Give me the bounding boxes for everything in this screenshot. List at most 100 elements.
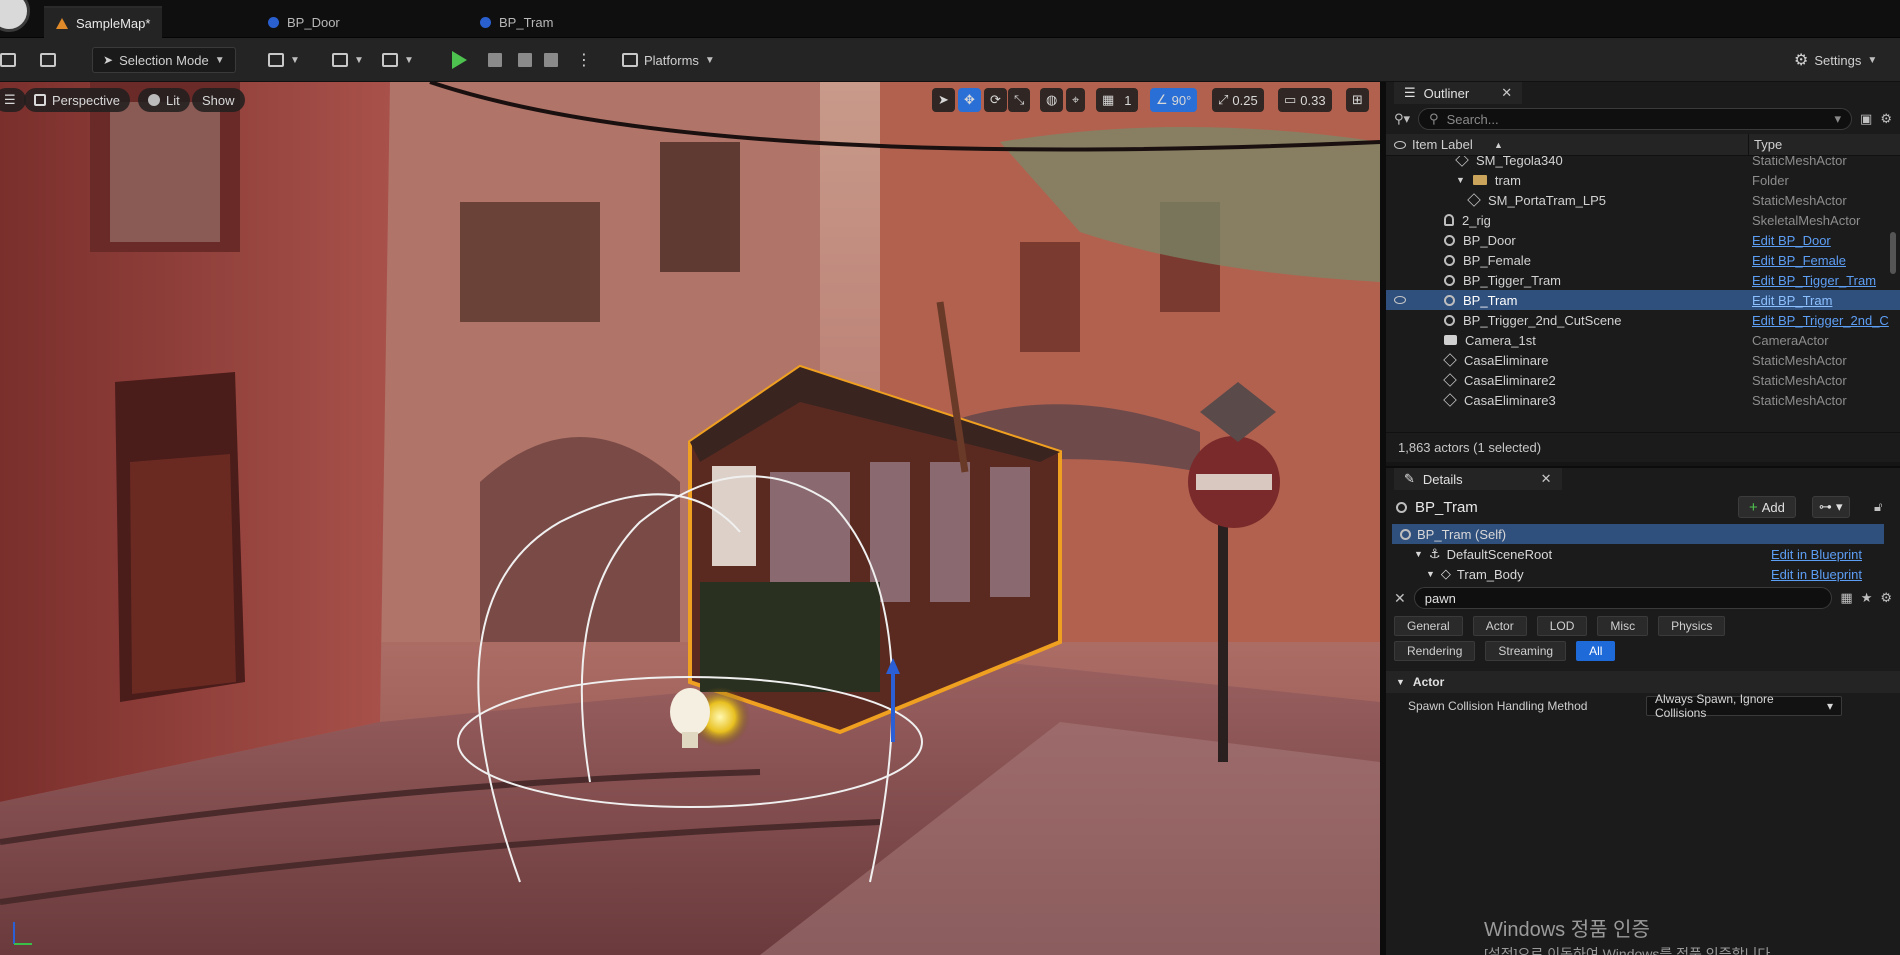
play-button[interactable] — [452, 47, 467, 73]
filter-misc[interactable]: Misc — [1597, 616, 1649, 636]
outliner-scrollbar[interactable] — [1890, 232, 1896, 274]
outliner-row[interactable]: BP_Tigger_Tram Edit BP_Tigger_Tram — [1386, 270, 1900, 290]
edit-in-blueprint-link[interactable]: Edit in Blueprint — [1771, 547, 1862, 562]
filter-general[interactable]: General — [1394, 616, 1463, 636]
gear-icon[interactable]: ⚙ — [1880, 590, 1892, 606]
outliner-tab[interactable]: ☰ Outliner ✕ — [1394, 82, 1523, 104]
unreal-logo-icon[interactable] — [0, 0, 30, 32]
outliner-row[interactable]: ▼ tram Folder — [1386, 170, 1900, 190]
coordinate-space-button[interactable]: ◍ — [1040, 88, 1064, 112]
outliner-row[interactable]: SM_Tegola340 StaticMeshActor — [1386, 156, 1900, 170]
platforms-dropdown[interactable]: Platforms ▼ — [622, 47, 715, 73]
surface-snap-icon: ⌖ — [1072, 92, 1080, 107]
stop-button[interactable] — [518, 47, 532, 73]
filter-streaming[interactable]: Streaming — [1485, 641, 1567, 661]
outliner-row[interactable]: Camera_1st CameraActor — [1386, 330, 1900, 350]
skip-frame-button[interactable] — [488, 47, 502, 73]
lock-icon[interactable]: 🔓︎ — [1874, 499, 1882, 515]
show-dropdown[interactable]: Show — [192, 88, 245, 112]
translate-tool-button[interactable]: ✥ — [958, 88, 981, 112]
tab-bp-tram[interactable]: BP_Tram — [468, 6, 565, 38]
outliner-tree: SM_Tegola340 StaticMeshActor ▼ tram Folder SM… — [1386, 156, 1900, 410]
chevron-down-icon[interactable]: ▼ — [1456, 175, 1465, 185]
add-actor-button[interactable]: ▼ — [268, 47, 300, 73]
blueprints-button[interactable]: ▼ — [332, 47, 364, 73]
column-item-label[interactable]: Item Label — [1412, 137, 1473, 152]
outliner-row[interactable]: CasaEliminare3 StaticMeshActor — [1386, 390, 1900, 410]
view-mode-dropdown[interactable]: Lit — [138, 88, 190, 112]
component-default-scene-root[interactable]: ▼ ⚓︎ DefaultSceneRoot Edit in Blueprint — [1392, 544, 1884, 564]
outliner-row[interactable]: BP_Female Edit BP_Female — [1386, 250, 1900, 270]
pawn-icon — [1400, 528, 1411, 540]
component-tram-body[interactable]: ▼ ◇ Tram_Body Edit in Blueprint — [1392, 564, 1884, 584]
star-icon[interactable]: ★ — [1861, 590, 1873, 606]
outliner-footer: 1,863 actors (1 selected) — [1386, 432, 1900, 462]
add-component-button[interactable]: + Add — [1738, 496, 1796, 518]
perspective-dropdown[interactable]: Perspective — [24, 88, 130, 112]
settings-dropdown[interactable]: ⚙ Settings ▼ — [1794, 47, 1877, 73]
outliner-row[interactable]: BP_Door Edit BP_Door — [1386, 230, 1900, 250]
viewport-menu-button[interactable]: ☰ — [0, 88, 26, 112]
gear-icon[interactable]: ⚙ — [1880, 111, 1892, 127]
outliner-search-input[interactable]: ⚲ Search... ▾ — [1418, 108, 1853, 130]
grid-snap-button[interactable]: ▦ 1 — [1096, 88, 1138, 112]
edit-blueprint-link[interactable]: Edit BP_Door — [1752, 233, 1831, 248]
visibility-eye-icon[interactable] — [1394, 140, 1406, 149]
scale-icon: ⤡ — [1014, 92, 1025, 107]
close-icon[interactable]: ✕ — [1541, 471, 1552, 487]
select-tool-button[interactable]: ➤ — [932, 88, 955, 112]
surface-snap-button[interactable]: ⌖ — [1066, 88, 1086, 112]
edit-blueprint-link[interactable]: Edit BP_Female — [1752, 253, 1846, 268]
outliner-row[interactable]: CasaEliminare StaticMeshActor — [1386, 350, 1900, 370]
selection-mode-dropdown[interactable]: ➤ Selection Mode ▼ — [92, 47, 236, 73]
visibility-eye-icon[interactable] — [1394, 296, 1406, 304]
filter-actor[interactable]: Actor — [1472, 616, 1527, 636]
scene-render[interactable] — [0, 82, 1380, 955]
edit-blueprint-link[interactable]: Edit BP_Tigger_Tram — [1752, 273, 1876, 288]
outliner-row[interactable]: CasaEliminare2 StaticMeshActor — [1386, 370, 1900, 390]
content-browser-button[interactable] — [40, 47, 56, 73]
edit-blueprint-link[interactable]: Edit BP_Tram — [1752, 293, 1832, 308]
filter-physics[interactable]: Physics — [1658, 616, 1726, 636]
spawn-collision-dropdown[interactable]: Always Spawn, Ignore Collisions ▾ — [1646, 692, 1842, 720]
rotation-snap-button[interactable]: ∠ 90° — [1150, 88, 1198, 112]
details-tab[interactable]: ✎ Details ✕ — [1394, 468, 1562, 490]
column-divider[interactable] — [1748, 133, 1749, 156]
edit-in-blueprint-link[interactable]: Edit in Blueprint — [1771, 567, 1862, 582]
details-search-input[interactable]: pawn — [1413, 587, 1833, 609]
tab-samplemap[interactable]: SampleMap* — [44, 6, 163, 38]
category-actor[interactable]: ▼ Actor — [1386, 671, 1900, 693]
clear-search-icon[interactable]: ✕ — [1394, 590, 1406, 607]
cinematics-button[interactable]: ▼ — [382, 47, 414, 73]
outliner-row[interactable]: BP_Tram Edit BP_Tram — [1386, 290, 1900, 310]
outliner-row[interactable]: SM_PortaTram_LP5 StaticMeshActor — [1386, 190, 1900, 210]
viewport-layout-button[interactable]: ⊞ — [1346, 88, 1369, 112]
column-type[interactable]: Type — [1754, 137, 1782, 152]
outliner-row[interactable]: BP_Trigger_2nd_CutScene Edit BP_Trigger_2… — [1386, 310, 1900, 330]
mesh-icon — [1455, 156, 1469, 167]
play-options-button[interactable]: ⋮ — [576, 47, 592, 73]
rotate-tool-button[interactable]: ⟳ — [984, 88, 1007, 112]
save-button[interactable] — [0, 47, 16, 73]
close-icon[interactable]: ✕ — [1501, 85, 1512, 101]
eject-button[interactable] — [544, 47, 558, 73]
point-light-icon[interactable] — [670, 688, 710, 736]
details-search-row: ✕ pawn ▦ ★ ⚙ — [1386, 584, 1900, 612]
camera-speed-button[interactable]: ▭ 0.33 — [1278, 88, 1332, 112]
component-self[interactable]: BP_Tram (Self) — [1392, 524, 1884, 544]
scale-tool-button[interactable]: ⤡ — [1008, 88, 1031, 112]
filter-icon[interactable]: ⚲▾ — [1394, 111, 1410, 127]
level-viewport[interactable]: ☰ Perspective Lit Show ➤ ✥ ⟳ ⤡ ◍ ⌖ ▦ 1 ∠… — [0, 82, 1380, 955]
edit-blueprint-link[interactable]: Edit BP_Trigger_2nd_C — [1752, 313, 1889, 328]
filter-all[interactable]: All — [1576, 641, 1616, 661]
outliner-row[interactable]: 2_rig SkeletalMeshActor — [1386, 210, 1900, 230]
item-label: CasaEliminare3 — [1464, 392, 1556, 408]
scale-snap-button[interactable]: ⤢ 0.25 — [1212, 88, 1264, 112]
item-label: Camera_1st — [1465, 332, 1536, 348]
add-folder-icon[interactable]: ▣ — [1860, 111, 1872, 127]
tab-bp-door[interactable]: BP_Door — [256, 6, 352, 38]
table-view-icon[interactable]: ▦ — [1840, 590, 1852, 606]
filter-lod[interactable]: LOD — [1536, 616, 1588, 636]
filter-rendering[interactable]: Rendering — [1394, 641, 1476, 661]
blueprint-options-button[interactable]: ⊶ ▾ — [1812, 496, 1850, 518]
